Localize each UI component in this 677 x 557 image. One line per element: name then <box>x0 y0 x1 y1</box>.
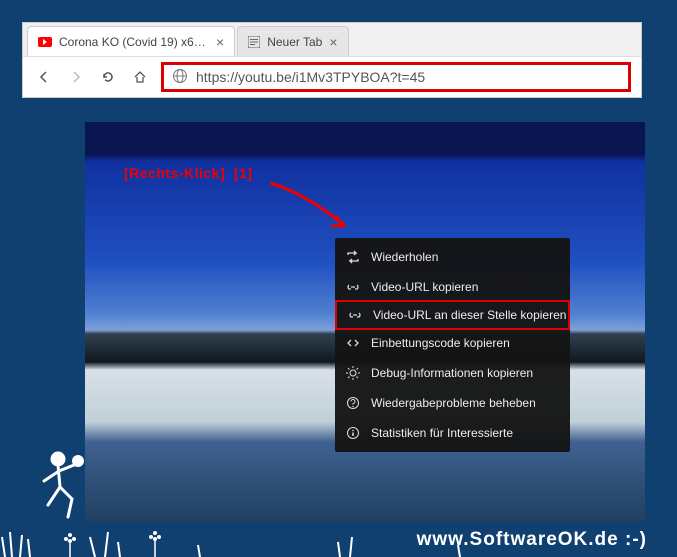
browser-window: Corona KO (Covid 19) x64 auf N × Neuer T… <box>22 22 642 98</box>
ctx-label: Wiedergabeprobleme beheben <box>371 396 536 410</box>
context-menu: Wiederholen Video-URL kopieren Video-URL… <box>335 238 570 452</box>
ctx-item-debug[interactable]: Debug-Informationen kopieren <box>335 358 570 388</box>
ctx-item-repeat[interactable]: Wiederholen <box>335 242 570 272</box>
ctx-item-stats[interactable]: Statistiken für Interessierte <box>335 418 570 448</box>
address-bar[interactable]: https://youtu.be/i1Mv3TPYBOA?t=45 <box>161 62 631 92</box>
tab-bar: Corona KO (Covid 19) x64 auf N × Neuer T… <box>23 23 641 57</box>
runner-figure-icon <box>30 447 90 527</box>
tab-title: Corona KO (Covid 19) x64 auf N <box>59 35 209 49</box>
navigation-bar: https://youtu.be/i1Mv3TPYBOA?t=45 <box>23 57 641 97</box>
url-text: https://youtu.be/i1Mv3TPYBOA?t=45 <box>196 69 425 85</box>
repeat-icon <box>345 249 361 265</box>
ctx-label: Video-URL an dieser Stelle kopieren <box>373 308 566 322</box>
youtube-icon <box>38 37 52 47</box>
tab-active[interactable]: Corona KO (Covid 19) x64 auf N × <box>27 26 235 56</box>
refresh-button[interactable] <box>97 66 119 88</box>
ctx-label: Einbettungscode kopieren <box>371 336 510 350</box>
forward-button[interactable] <box>65 66 87 88</box>
ctx-item-copy-url-at-time[interactable]: Video-URL an dieser Stelle kopieren <box>335 300 570 330</box>
tab-title: Neuer Tab <box>267 35 322 49</box>
embed-icon <box>345 335 361 351</box>
debug-icon <box>345 365 361 381</box>
ctx-item-troubleshoot[interactable]: Wiedergabeprobleme beheben <box>335 388 570 418</box>
ctx-item-copy-url[interactable]: Video-URL kopieren <box>335 272 570 302</box>
ctx-label: Debug-Informationen kopieren <box>371 366 533 380</box>
ctx-item-embed[interactable]: Einbettungscode kopieren <box>335 328 570 358</box>
annotation-label-1: [Rechts-Klick] [1] <box>124 165 253 181</box>
close-icon[interactable]: × <box>216 34 224 50</box>
home-button[interactable] <box>129 66 151 88</box>
link-icon <box>347 307 363 323</box>
page-icon <box>248 36 260 48</box>
back-button[interactable] <box>33 66 55 88</box>
ctx-label: Wiederholen <box>371 250 438 264</box>
globe-icon <box>172 68 188 87</box>
info-icon <box>345 425 361 441</box>
link-icon <box>345 279 361 295</box>
tab-inactive[interactable]: Neuer Tab × <box>237 26 348 56</box>
watermark-text: www.SoftwareOK.de :-) <box>417 529 647 551</box>
close-icon[interactable]: × <box>329 34 337 50</box>
ctx-label: Statistiken für Interessierte <box>371 426 513 440</box>
ctx-label: Video-URL kopieren <box>371 280 478 294</box>
help-icon <box>345 395 361 411</box>
